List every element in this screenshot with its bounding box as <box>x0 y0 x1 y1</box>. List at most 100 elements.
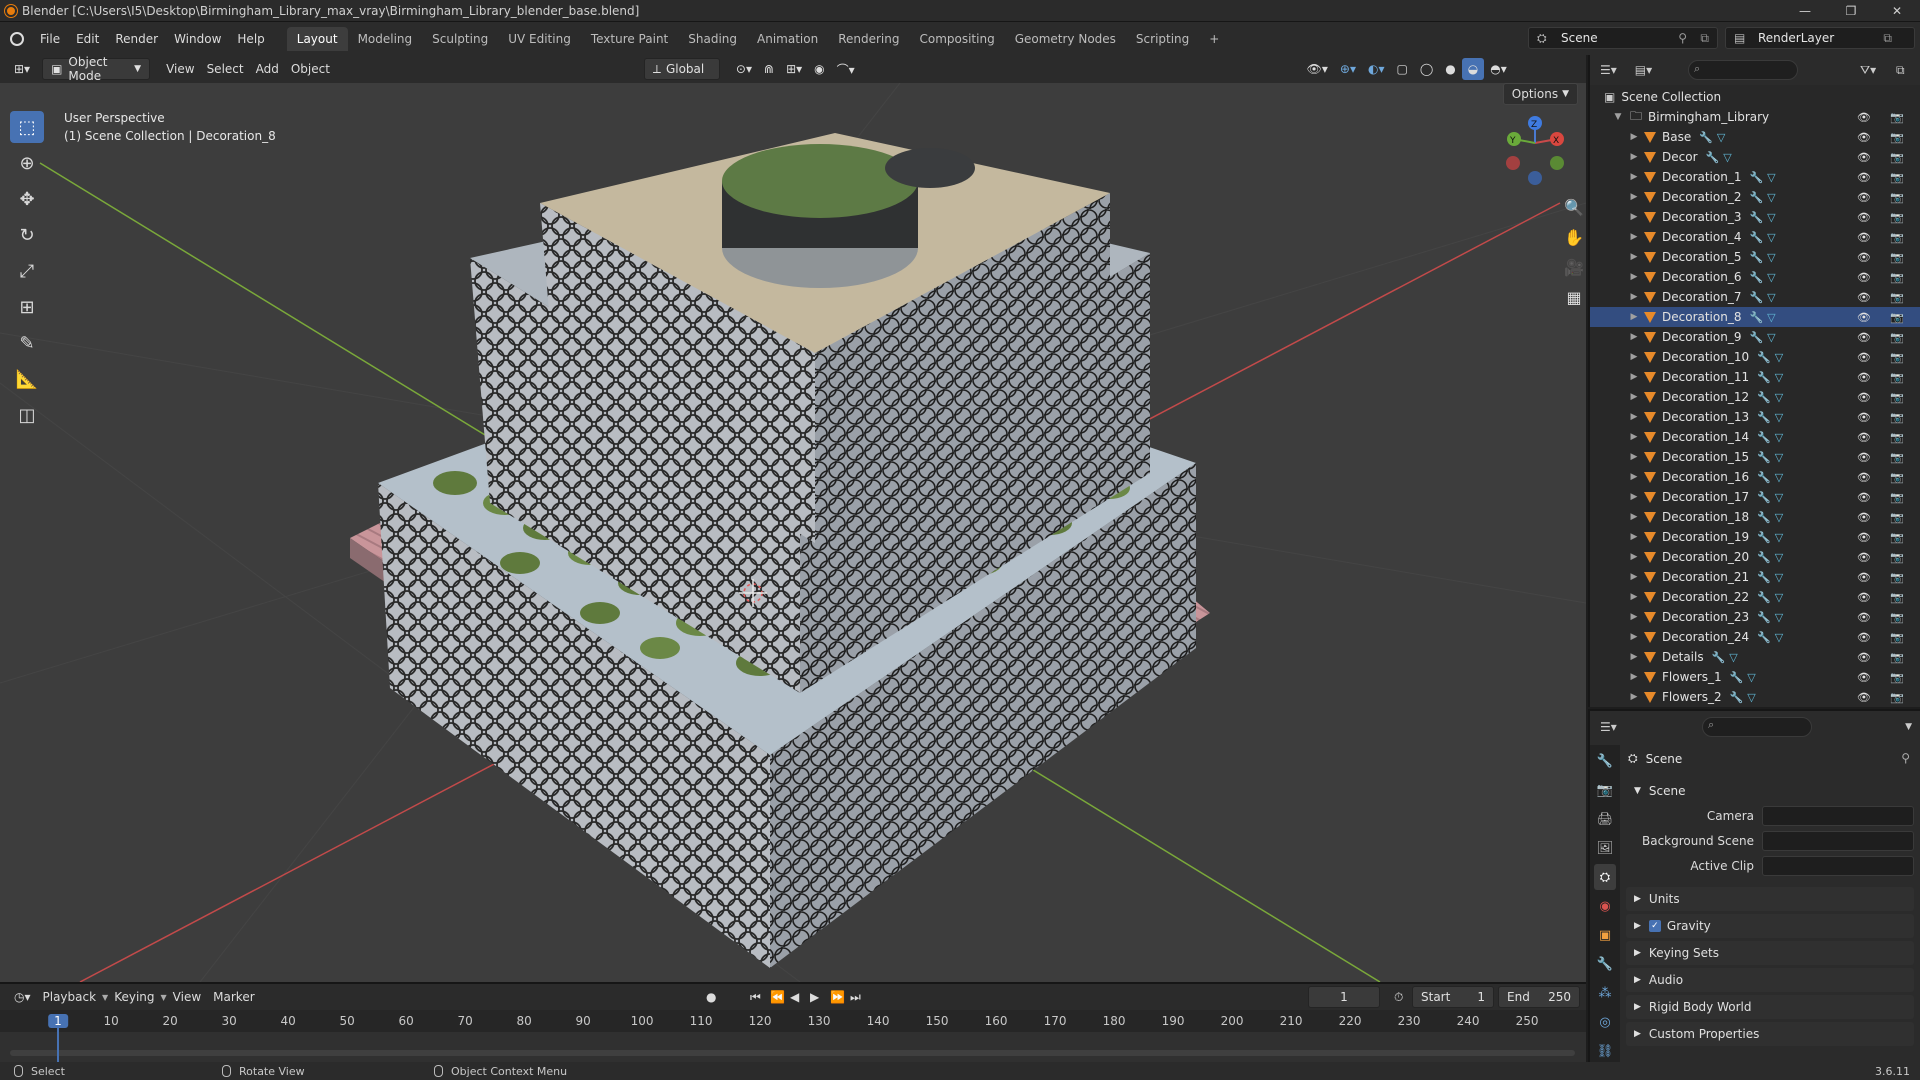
outliner-row-object[interactable]: ▶ Decoration_9 🔧▽ 👁 📷 <box>1590 327 1920 347</box>
outliner-row-object[interactable]: ▶ Details 🔧▽ 👁 📷 <box>1590 647 1920 667</box>
pin-icon[interactable]: ⚲ <box>1678 31 1687 45</box>
keying-sets-panel[interactable]: ▶ Keying Sets <box>1626 941 1914 965</box>
visibility-icons[interactable]: 👁 📷 <box>1857 471 1912 484</box>
outliner-row-object[interactable]: ▶ Base 🔧▽ 👁 📷 <box>1590 127 1920 147</box>
current-frame-field[interactable]: 1 <box>1308 986 1380 1008</box>
scene-tab-icon[interactable]: ⛭ <box>1594 864 1616 890</box>
visibility-icons[interactable]: 👁 📷 <box>1857 651 1912 664</box>
tool-tab-icon[interactable]: 🔧 <box>1594 748 1616 774</box>
chevron-right-icon[interactable]: ▶ <box>1628 392 1640 402</box>
maximize-button[interactable]: ❐ <box>1828 0 1874 22</box>
falloff-icon[interactable]: ⌒▾ <box>831 58 861 80</box>
start-frame-field[interactable]: Start 1 <box>1412 986 1494 1008</box>
outliner-row-object[interactable]: ▶ Decoration_11 🔧▽ 👁 📷 <box>1590 367 1920 387</box>
visibility-icons[interactable]: 👁 📷 <box>1857 671 1912 684</box>
visibility-filter-icon[interactable]: 👁▾ <box>1301 58 1334 80</box>
solid-shading-icon[interactable]: ● <box>1439 58 1461 80</box>
outliner-row-collection[interactable]: ▼ 🗀 Birmingham_Library 👁 📷 <box>1590 107 1920 127</box>
play-icon[interactable]: ▶ <box>804 986 825 1008</box>
object-tab-icon[interactable]: ▣ <box>1594 922 1616 948</box>
outliner-search-input[interactable] <box>1688 60 1798 80</box>
menu-help[interactable]: Help <box>229 32 272 46</box>
visibility-icons[interactable]: 👁 📷 <box>1857 151 1912 164</box>
chevron-right-icon[interactable]: ▶ <box>1628 432 1640 442</box>
menu-window[interactable]: Window <box>166 32 229 46</box>
visibility-icons[interactable]: 👁 📷 <box>1857 131 1912 144</box>
timeline-ruler[interactable]: 1 10 20 30 40 50 60 70 80 90 100 110 120 130 140 150 160… <box>0 1010 1586 1032</box>
new-view-layer-icon[interactable]: ⧉ <box>1883 31 1892 46</box>
outliner-row-object[interactable]: ▶ Decoration_2 🔧▽ 👁 📷 <box>1590 187 1920 207</box>
visibility-icons[interactable]: 👁 📷 <box>1857 611 1912 624</box>
xray-toggle-icon[interactable]: ▢ <box>1391 58 1414 80</box>
outliner-row-object[interactable]: ▶ Decor 🔧▽ 👁 📷 <box>1590 147 1920 167</box>
visibility-icons[interactable]: 👁 📷 <box>1857 571 1912 584</box>
tab-modeling[interactable]: Modeling <box>348 27 423 51</box>
scene-section-header[interactable]: ▼ Scene <box>1626 779 1914 803</box>
properties-search-input[interactable] <box>1702 717 1812 737</box>
visibility-icons[interactable]: 👁 📷 <box>1857 391 1912 404</box>
outliner-editor-icon[interactable]: ☰▾ <box>1600 63 1617 77</box>
view-layer-selector[interactable]: ▤ RenderLayer ⧉ <box>1725 27 1915 49</box>
rigid-body-world-panel[interactable]: ▶ Rigid Body World <box>1626 995 1914 1019</box>
chevron-right-icon[interactable]: ▶ <box>1628 152 1640 162</box>
chevron-right-icon[interactable]: ▶ <box>1628 312 1640 322</box>
chevron-right-icon[interactable]: ▶ <box>1628 192 1640 202</box>
chevron-right-icon[interactable]: ▶ <box>1628 132 1640 142</box>
modifier-tab-icon[interactable]: 🔧 <box>1594 951 1616 977</box>
close-button[interactable]: ✕ <box>1874 0 1920 22</box>
rotate-tool-icon[interactable]: ↻ <box>10 219 44 251</box>
move-tool-icon[interactable]: ✥ <box>10 183 44 215</box>
rendered-shading-icon[interactable]: ◓▾ <box>1484 58 1513 80</box>
outliner-row-object[interactable]: ▶ Decoration_7 🔧▽ 👁 📷 <box>1590 287 1920 307</box>
chevron-right-icon[interactable]: ▶ <box>1628 472 1640 482</box>
chevron-right-icon[interactable]: ▶ <box>1628 452 1640 462</box>
visibility-icons[interactable]: 👁 📷 <box>1857 591 1912 604</box>
visibility-icons[interactable]: 👁 📷 <box>1857 411 1912 424</box>
jump-end-icon[interactable]: ⏭ <box>844 986 867 1008</box>
chevron-right-icon[interactable]: ▶ <box>1628 352 1640 362</box>
wireframe-shading-icon[interactable]: ◯ <box>1414 58 1439 80</box>
menu-file[interactable]: File <box>32 32 68 46</box>
visibility-icons[interactable]: 👁 📷 <box>1857 311 1912 324</box>
menu-select[interactable]: Select <box>201 58 250 80</box>
menu-playback[interactable]: Playback <box>37 986 103 1008</box>
visibility-icons[interactable]: 👁 📷 <box>1857 251 1912 264</box>
chevron-right-icon[interactable]: ▶ <box>1628 512 1640 522</box>
pan-hand-icon[interactable]: ✋ <box>1560 223 1586 251</box>
outliner-row-object[interactable]: ▶ Decoration_17 🔧▽ 👁 📷 <box>1590 487 1920 507</box>
chevron-right-icon[interactable]: ▶ <box>1628 692 1640 702</box>
transform-orientation-dropdown[interactable]: ⟂ Global <box>643 58 720 80</box>
constraints-tab-icon[interactable]: ⛓ <box>1594 1038 1616 1064</box>
chevron-right-icon[interactable]: ▶ <box>1628 332 1640 342</box>
outliner-row-object[interactable]: ▶ Decoration_1 🔧▽ 👁 📷 <box>1590 167 1920 187</box>
properties-editor-icon[interactable]: ☰▾ <box>1600 720 1617 734</box>
menu-object[interactable]: Object <box>285 58 336 80</box>
pin-icon[interactable]: ⚲ <box>1901 751 1910 765</box>
play-reverse-icon[interactable]: ◀ <box>784 986 805 1008</box>
chevron-right-icon[interactable]: ▶ <box>1628 532 1640 542</box>
measure-tool-icon[interactable]: 📐 <box>10 363 44 395</box>
chevron-right-icon[interactable]: ▶ <box>1628 212 1640 222</box>
visibility-icons[interactable]: 👁 📷 <box>1857 291 1912 304</box>
menu-view[interactable]: View <box>160 58 200 80</box>
outliner-row-object[interactable]: ▶ Decoration_6 🔧▽ 👁 📷 <box>1590 267 1920 287</box>
visibility-icons[interactable]: 👁 📷 <box>1857 491 1912 504</box>
menu-add[interactable]: Add <box>250 58 285 80</box>
preview-range-icon[interactable]: ⏱ <box>1388 986 1409 1008</box>
proportional-edit-icon[interactable]: ◉ <box>808 58 830 80</box>
snap-target-icon[interactable]: ⊞▾ <box>780 58 808 80</box>
visibility-icons[interactable]: 👁 📷 <box>1857 511 1912 524</box>
world-tab-icon[interactable]: ◉ <box>1594 893 1616 919</box>
tab-scripting[interactable]: Scripting <box>1126 27 1199 51</box>
visibility-icons[interactable]: 👁 📷 <box>1857 451 1912 464</box>
outliner-row-object[interactable]: ▶ Decoration_12 🔧▽ 👁 📷 <box>1590 387 1920 407</box>
zoom-icon[interactable]: 🔍 <box>1560 193 1586 221</box>
visibility-icons[interactable]: 👁 📷 <box>1857 371 1912 384</box>
outliner-row-object[interactable]: ▶ Decoration_13 🔧▽ 👁 📷 <box>1590 407 1920 427</box>
tab-geometry-nodes[interactable]: Geometry Nodes <box>1005 27 1126 51</box>
visibility-icons[interactable]: 👁 📷 <box>1857 351 1912 364</box>
material-shading-icon[interactable]: ◒ <box>1461 58 1485 80</box>
scale-tool-icon[interactable]: ⤢ <box>10 255 44 287</box>
particles-tab-icon[interactable]: ⁂ <box>1594 980 1616 1006</box>
mode-dropdown[interactable]: ▣ Object Mode ▼ <box>42 55 151 83</box>
